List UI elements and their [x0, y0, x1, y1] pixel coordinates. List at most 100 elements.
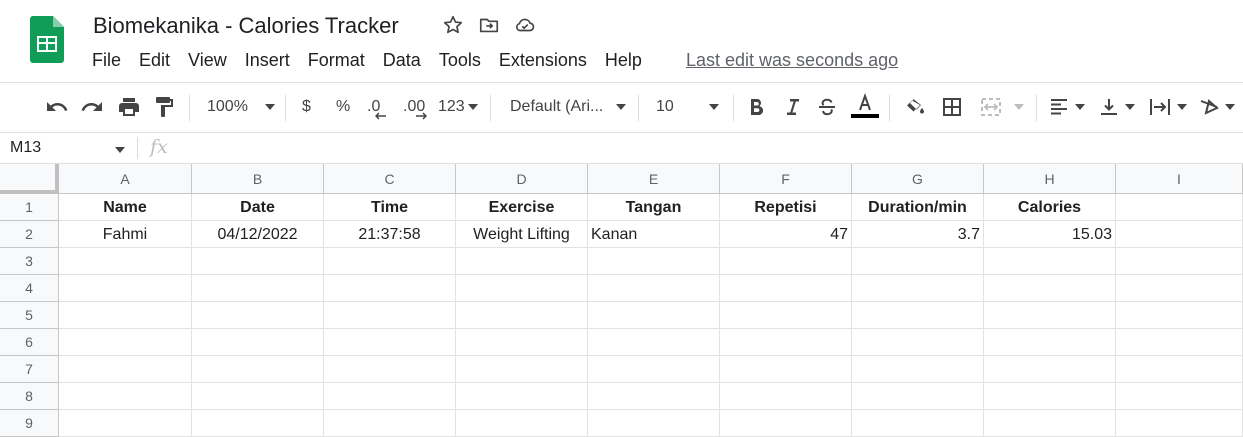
cell-d8[interactable] [456, 383, 588, 410]
menu-help[interactable]: Help [605, 50, 642, 71]
cell-h7[interactable] [984, 356, 1116, 383]
increase-decimal-button[interactable]: .00 [403, 82, 427, 132]
cell-i7[interactable] [1116, 356, 1243, 383]
row-header-3[interactable]: 3 [0, 248, 59, 275]
cell-a2[interactable]: Fahmi [59, 221, 192, 248]
document-title[interactable]: Biomekanika - Calories Tracker [93, 13, 399, 39]
cell-c2[interactable]: 21:37:58 [324, 221, 456, 248]
cell-e1[interactable]: Tangan [588, 194, 720, 221]
currency-format-button[interactable]: $ [302, 82, 311, 132]
cell-f1[interactable]: Repetisi [720, 194, 852, 221]
cell-a7[interactable] [59, 356, 192, 383]
cell-a4[interactable] [59, 275, 192, 302]
cell-d9[interactable] [456, 410, 588, 437]
cell-h1[interactable]: Calories [984, 194, 1116, 221]
cell-g8[interactable] [852, 383, 984, 410]
cell-f8[interactable] [720, 383, 852, 410]
cell-i4[interactable] [1116, 275, 1243, 302]
column-header-i[interactable]: I [1116, 164, 1243, 194]
cell-e4[interactable] [588, 275, 720, 302]
decrease-decimal-button[interactable]: .0 [367, 82, 386, 132]
paint-format-button[interactable] [152, 82, 176, 132]
cell-h9[interactable] [984, 410, 1116, 437]
cell-d5[interactable] [456, 302, 588, 329]
row-header-8[interactable]: 8 [0, 383, 59, 410]
cell-b9[interactable] [192, 410, 324, 437]
cell-a8[interactable] [59, 383, 192, 410]
cell-b3[interactable] [192, 248, 324, 275]
menu-extensions[interactable]: Extensions [499, 50, 587, 71]
cell-d6[interactable] [456, 329, 588, 356]
cell-c7[interactable] [324, 356, 456, 383]
vertical-align-select[interactable] [1098, 82, 1136, 132]
cell-b6[interactable] [192, 329, 324, 356]
cell-e8[interactable] [588, 383, 720, 410]
merge-cells-select[interactable] [979, 82, 1025, 132]
cell-c4[interactable] [324, 275, 456, 302]
row-header-5[interactable]: 5 [0, 302, 59, 329]
row-header-4[interactable]: 4 [0, 275, 59, 302]
more-formats-select[interactable]: 123 [438, 82, 479, 132]
cell-c3[interactable] [324, 248, 456, 275]
cell-f4[interactable] [720, 275, 852, 302]
cell-c9[interactable] [324, 410, 456, 437]
cell-e5[interactable] [588, 302, 720, 329]
column-header-b[interactable]: B [192, 164, 324, 194]
column-header-c[interactable]: C [324, 164, 456, 194]
cell-c1[interactable]: Time [324, 194, 456, 221]
cell-d1[interactable]: Exercise [456, 194, 588, 221]
cell-f7[interactable] [720, 356, 852, 383]
fill-color-button[interactable] [903, 82, 925, 132]
cell-i8[interactable] [1116, 383, 1243, 410]
cell-b4[interactable] [192, 275, 324, 302]
cell-a6[interactable] [59, 329, 192, 356]
strikethrough-button[interactable] [816, 82, 838, 132]
cell-f3[interactable] [720, 248, 852, 275]
cell-a5[interactable] [59, 302, 192, 329]
undo-button[interactable] [45, 82, 69, 132]
cell-b7[interactable] [192, 356, 324, 383]
name-box[interactable]: M13 [10, 139, 41, 157]
cell-g2[interactable]: 3.7 [852, 221, 984, 248]
cell-e3[interactable] [588, 248, 720, 275]
cell-d4[interactable] [456, 275, 588, 302]
text-wrapping-select[interactable] [1148, 82, 1188, 132]
font-family-select[interactable]: Default (Ari... [510, 82, 627, 132]
cell-f6[interactable] [720, 329, 852, 356]
cell-d7[interactable] [456, 356, 588, 383]
cell-b1[interactable]: Date [192, 194, 324, 221]
row-header-6[interactable]: 6 [0, 329, 59, 356]
menu-file[interactable]: File [92, 50, 121, 71]
chevron-down-icon[interactable] [114, 146, 126, 154]
cell-e7[interactable] [588, 356, 720, 383]
column-header-f[interactable]: F [720, 164, 852, 194]
cell-g5[interactable] [852, 302, 984, 329]
cell-i2[interactable] [1116, 221, 1243, 248]
select-all-corner[interactable] [0, 164, 59, 194]
move-to-folder-icon[interactable] [478, 14, 500, 36]
row-header-7[interactable]: 7 [0, 356, 59, 383]
borders-button[interactable] [941, 82, 963, 132]
cell-e2[interactable]: Kanan [588, 221, 720, 248]
cell-f5[interactable] [720, 302, 852, 329]
cell-e9[interactable] [588, 410, 720, 437]
percent-format-button[interactable]: % [336, 82, 350, 132]
column-header-h[interactable]: H [984, 164, 1116, 194]
row-header-2[interactable]: 2 [0, 221, 59, 248]
cell-h8[interactable] [984, 383, 1116, 410]
cell-g4[interactable] [852, 275, 984, 302]
cell-e6[interactable] [588, 329, 720, 356]
cell-i9[interactable] [1116, 410, 1243, 437]
print-button[interactable] [117, 82, 141, 132]
last-edit-link[interactable]: Last edit was seconds ago [686, 50, 898, 71]
row-header-1[interactable]: 1 [0, 194, 59, 221]
menu-edit[interactable]: Edit [139, 50, 170, 71]
cell-i5[interactable] [1116, 302, 1243, 329]
cell-d2[interactable]: Weight Lifting [456, 221, 588, 248]
column-header-a[interactable]: A [59, 164, 192, 194]
cell-f2[interactable]: 47 [720, 221, 852, 248]
redo-button[interactable] [80, 82, 104, 132]
cell-g9[interactable] [852, 410, 984, 437]
menu-data[interactable]: Data [383, 50, 421, 71]
cell-h3[interactable] [984, 248, 1116, 275]
